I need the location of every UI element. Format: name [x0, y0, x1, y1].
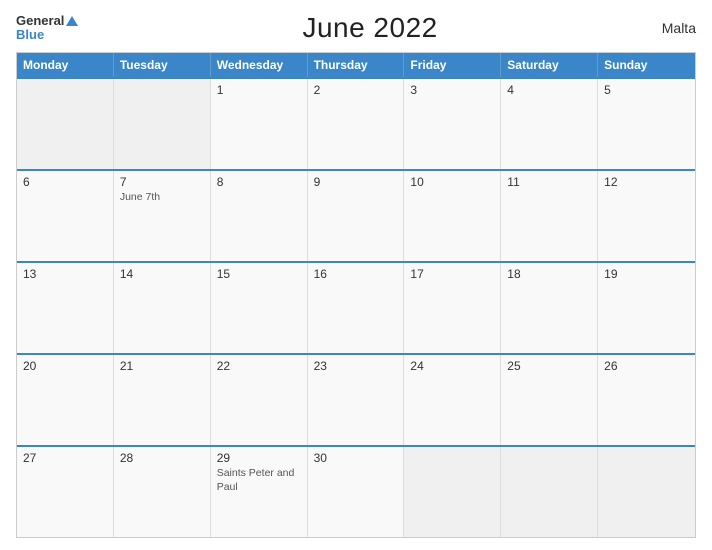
- calendar-cell: 20: [17, 355, 114, 445]
- logo-triangle-icon: [66, 16, 78, 26]
- calendar-cell: [501, 447, 598, 537]
- calendar-cell: 27: [17, 447, 114, 537]
- day-number: 28: [120, 451, 204, 465]
- calendar-cell: 17: [404, 263, 501, 353]
- calendar-cell: 19: [598, 263, 695, 353]
- day-number: 25: [507, 359, 591, 373]
- day-number: 20: [23, 359, 107, 373]
- calendar-cell: [17, 79, 114, 169]
- calendar-cell: 25: [501, 355, 598, 445]
- day-number: 13: [23, 267, 107, 281]
- calendar-cell: 4: [501, 79, 598, 169]
- day-number: 10: [410, 175, 494, 189]
- calendar-cell: 10: [404, 171, 501, 261]
- day-number: 7: [120, 175, 204, 189]
- day-event: June 7th: [120, 191, 204, 205]
- country-label: Malta: [662, 20, 696, 36]
- day-number: 24: [410, 359, 494, 373]
- day-number: 5: [604, 83, 689, 97]
- calendar-header-row: Monday Tuesday Wednesday Thursday Friday…: [17, 53, 695, 77]
- day-number: 23: [314, 359, 398, 373]
- day-number: 4: [507, 83, 591, 97]
- calendar-cell: 29 Saints Peter and Paul: [211, 447, 308, 537]
- day-number: 6: [23, 175, 107, 189]
- calendar-page: General Blue June 2022 Malta Monday Tues…: [0, 0, 712, 550]
- day-number: 29: [217, 451, 301, 465]
- day-number: 14: [120, 267, 204, 281]
- calendar-title: June 2022: [302, 12, 437, 44]
- calendar-cell: 18: [501, 263, 598, 353]
- calendar-cell: 9: [308, 171, 405, 261]
- header-thursday: Thursday: [308, 53, 405, 77]
- header-sunday: Sunday: [598, 53, 695, 77]
- day-number: 22: [217, 359, 301, 373]
- day-number: 8: [217, 175, 301, 189]
- calendar-cell: [404, 447, 501, 537]
- logo: General Blue: [16, 14, 78, 43]
- calendar-cell: 14: [114, 263, 211, 353]
- page-header: General Blue June 2022 Malta: [16, 12, 696, 44]
- calendar-cell: 2: [308, 79, 405, 169]
- calendar-cell: 7 June 7th: [114, 171, 211, 261]
- calendar-week-5: 27 28 29 Saints Peter and Paul 30: [17, 445, 695, 537]
- day-number: 12: [604, 175, 689, 189]
- calendar-cell: 24: [404, 355, 501, 445]
- logo-general-text: General: [16, 14, 64, 28]
- day-number: 16: [314, 267, 398, 281]
- day-number: 17: [410, 267, 494, 281]
- calendar-cell: 16: [308, 263, 405, 353]
- calendar-week-3: 13 14 15 16 17 18 19: [17, 261, 695, 353]
- logo-blue-text: Blue: [16, 28, 78, 42]
- calendar-cell: 1: [211, 79, 308, 169]
- calendar-cell: 8: [211, 171, 308, 261]
- day-number: 9: [314, 175, 398, 189]
- calendar-cell: 6: [17, 171, 114, 261]
- calendar-cell: 11: [501, 171, 598, 261]
- calendar-cell: 30: [308, 447, 405, 537]
- calendar-week-2: 67 June 7th 89 10 11 12: [17, 169, 695, 261]
- day-number: 3: [410, 83, 494, 97]
- day-event: Saints Peter and Paul: [217, 467, 301, 494]
- day-number: 26: [604, 359, 689, 373]
- calendar-cell: 12: [598, 171, 695, 261]
- calendar-cell: 22: [211, 355, 308, 445]
- day-number: 11: [507, 175, 591, 189]
- day-number: 1: [217, 83, 301, 97]
- calendar-cell: [114, 79, 211, 169]
- day-number: 18: [507, 267, 591, 281]
- calendar-cell: [598, 447, 695, 537]
- header-tuesday: Tuesday: [114, 53, 211, 77]
- header-wednesday: Wednesday: [211, 53, 308, 77]
- calendar-grid: Monday Tuesday Wednesday Thursday Friday…: [16, 52, 696, 538]
- calendar-cell: 15: [211, 263, 308, 353]
- calendar-cell: 23: [308, 355, 405, 445]
- day-number: 27: [23, 451, 107, 465]
- header-monday: Monday: [17, 53, 114, 77]
- calendar-cell: 5: [598, 79, 695, 169]
- calendar-cell: 3: [404, 79, 501, 169]
- calendar-cell: 21: [114, 355, 211, 445]
- calendar-cell: 13: [17, 263, 114, 353]
- header-friday: Friday: [404, 53, 501, 77]
- calendar-cell: 28: [114, 447, 211, 537]
- day-number: 19: [604, 267, 689, 281]
- calendar-cell: 26: [598, 355, 695, 445]
- day-number: 2: [314, 83, 398, 97]
- day-number: 30: [314, 451, 398, 465]
- calendar-week-1: 12345: [17, 77, 695, 169]
- day-number: 21: [120, 359, 204, 373]
- header-saturday: Saturday: [501, 53, 598, 77]
- calendar-body: 1234567June 7th8910111213141516171819202…: [17, 77, 695, 537]
- calendar-week-4: 20 21 22 23 24 25 26: [17, 353, 695, 445]
- day-number: 15: [217, 267, 301, 281]
